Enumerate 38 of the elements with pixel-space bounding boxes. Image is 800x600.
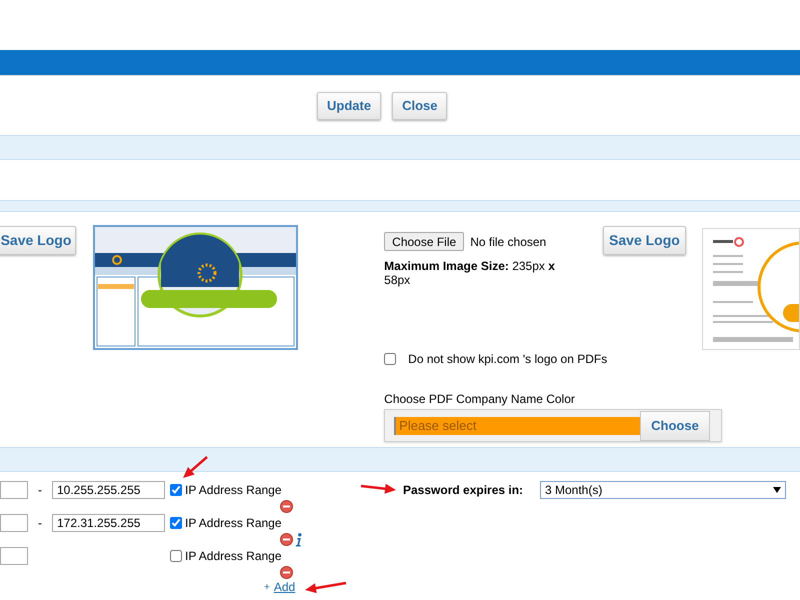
image-size-note: Maximum Image Size: 235px x 58px	[384, 259, 556, 287]
remove-icon[interactable]	[280, 500, 293, 513]
annotation-arrow	[360, 484, 396, 494]
ip-range-label: IP Address Range	[185, 482, 282, 499]
annotation-arrow	[305, 582, 346, 594]
range-separator: -	[37, 482, 43, 499]
annotation-arrow	[183, 456, 208, 478]
password-expiry-label: Password expires in:	[403, 482, 524, 499]
hide-logo-checkbox[interactable]	[384, 353, 396, 365]
password-expiry-select[interactable]: 3 Month(s)	[540, 481, 786, 499]
ip-to-field[interactable]: 10.255.255.255	[52, 481, 165, 499]
hide-logo-label: Do not show kpi.com 's logo on PDFs	[408, 351, 608, 368]
choose-file-button[interactable]: Choose File	[384, 232, 464, 251]
ip-range-checkbox[interactable]	[170, 517, 182, 529]
color-input-field[interactable]: Please select	[394, 416, 640, 434]
ip-from-field[interactable]	[0, 514, 28, 532]
ip-from-field[interactable]	[0, 547, 28, 565]
info-icon[interactable]	[295, 532, 302, 546]
choose-color-button[interactable]: Choose	[640, 410, 710, 440]
save-logo-button[interactable]: Save Logo	[0, 226, 76, 255]
add-link[interactable]: Add	[274, 578, 296, 596]
add-plus-icon: +	[264, 580, 270, 594]
ip-to-field[interactable]: 172.31.255.255	[52, 514, 165, 532]
remove-icon[interactable]	[280, 566, 293, 579]
update-button[interactable]: Update	[317, 92, 382, 120]
file-status-text: No file chosen	[470, 234, 546, 250]
ip-range-label: IP Address Range	[185, 548, 282, 565]
color-picker[interactable]: Please select Choose	[384, 409, 722, 442]
color-picker-label: Choose PDF Company Name Color	[384, 391, 576, 408]
ip-range-checkbox[interactable]	[170, 550, 182, 562]
ip-range-checkbox[interactable]	[170, 484, 182, 496]
ip-range-label: IP Address Range	[185, 515, 282, 532]
save-logo-button[interactable]: Save Logo	[603, 226, 686, 255]
close-button[interactable]: Close	[392, 92, 448, 120]
remove-icon[interactable]	[280, 533, 293, 546]
range-separator: -	[37, 515, 43, 532]
dropdown-caret-icon	[773, 487, 781, 493]
ip-from-field[interactable]	[0, 481, 28, 499]
